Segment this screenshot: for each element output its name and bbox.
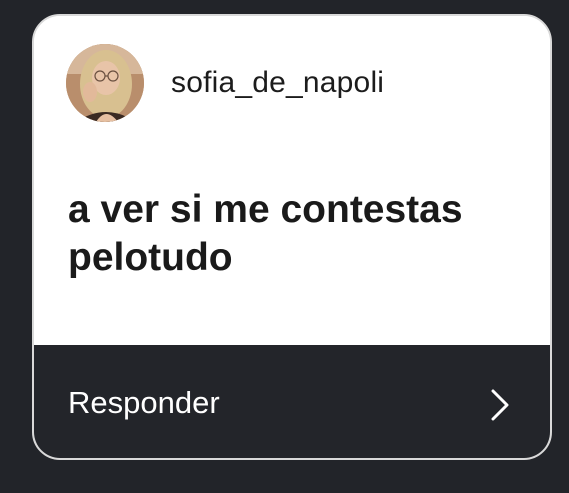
profile-photo-icon [66, 44, 144, 122]
username[interactable]: sofia_de_napoli [171, 66, 384, 100]
story-reply-card: sofia_de_napoli a ver si me contestas pe… [32, 14, 552, 460]
card-content: sofia_de_napoli a ver si me contestas pe… [34, 16, 550, 345]
chevron-right-icon [491, 389, 509, 421]
reply-button[interactable]: Responder [34, 345, 550, 458]
card-header: sofia_de_napoli [66, 44, 384, 122]
reply-button-label: Responder [68, 385, 220, 420]
avatar[interactable] [66, 44, 144, 122]
story-message: a ver si me contestas pelotudo [68, 188, 463, 279]
